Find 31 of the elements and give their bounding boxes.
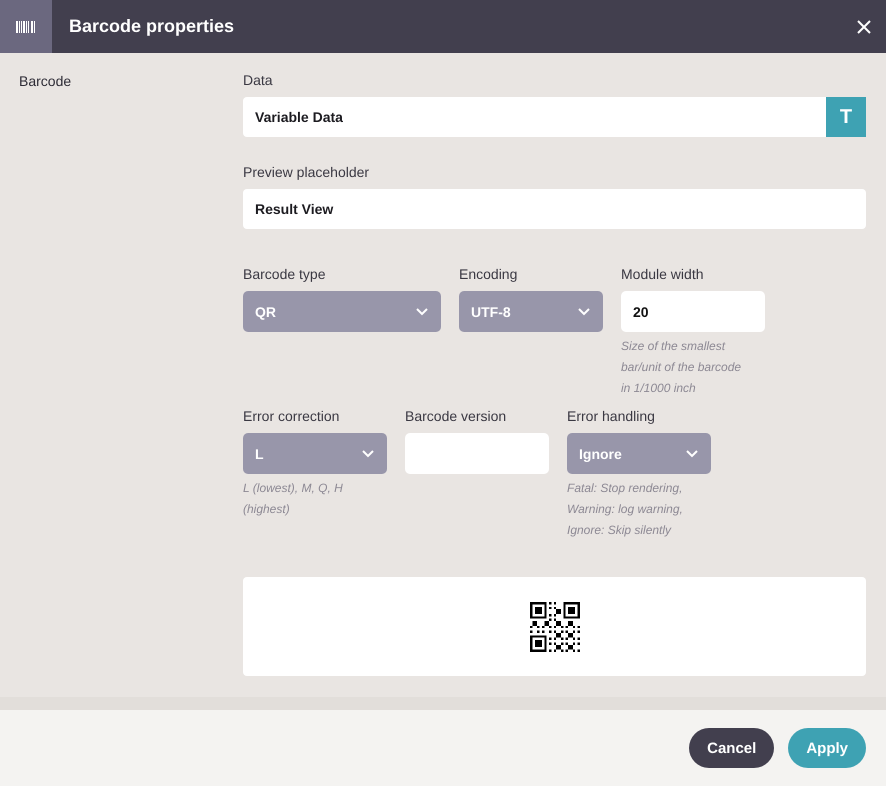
- chevron-down-icon: [361, 449, 375, 458]
- input-field[interactable]: Result View: [243, 189, 866, 229]
- input-field[interactable]: Variable Data: [243, 97, 826, 137]
- field-label: Error handling: [567, 408, 656, 424]
- field-label: Preview placeholder: [243, 164, 370, 180]
- dropdown[interactable]: UTF-8: [459, 291, 603, 332]
- dropdown[interactable]: L: [243, 433, 387, 474]
- hint-text: L (lowest), M, Q, H (highest): [243, 480, 344, 518]
- chevron-down-icon: [685, 449, 699, 458]
- close-icon: [857, 20, 871, 34]
- chevron-down-icon: [415, 307, 429, 316]
- cancel-button[interactable]: Cancel: [689, 728, 774, 768]
- qr-code-drawing: [530, 602, 580, 652]
- barcode-icon: [16, 20, 36, 32]
- field-label: Encoding: [459, 266, 518, 282]
- dropdown[interactable]: QR: [243, 291, 441, 332]
- hint-text: Fatal: Stop rendering, Warning: log warning, Ignore: Skip silently: [567, 480, 684, 539]
- sidebar-item[interactable]: Barcode: [19, 73, 72, 89]
- text-button[interactable]: T: [826, 97, 866, 137]
- chevron-down-icon: [577, 307, 591, 316]
- apply-button[interactable]: Apply: [788, 728, 866, 768]
- input-field[interactable]: 20: [621, 291, 765, 332]
- dropdown[interactable]: Ignore: [567, 433, 711, 474]
- field-label: Barcode type: [243, 266, 326, 282]
- field-label: Error correction: [243, 408, 340, 424]
- field-label: Barcode version: [405, 408, 508, 424]
- window-title: Barcode properties: [69, 16, 236, 37]
- field-label: Module width: [621, 266, 704, 282]
- field-label: Data: [243, 72, 274, 88]
- hint-text: Size of the smallest bar/unit of the barcode in 1/1000 inch: [621, 338, 742, 397]
- input-field[interactable]: [405, 433, 549, 474]
